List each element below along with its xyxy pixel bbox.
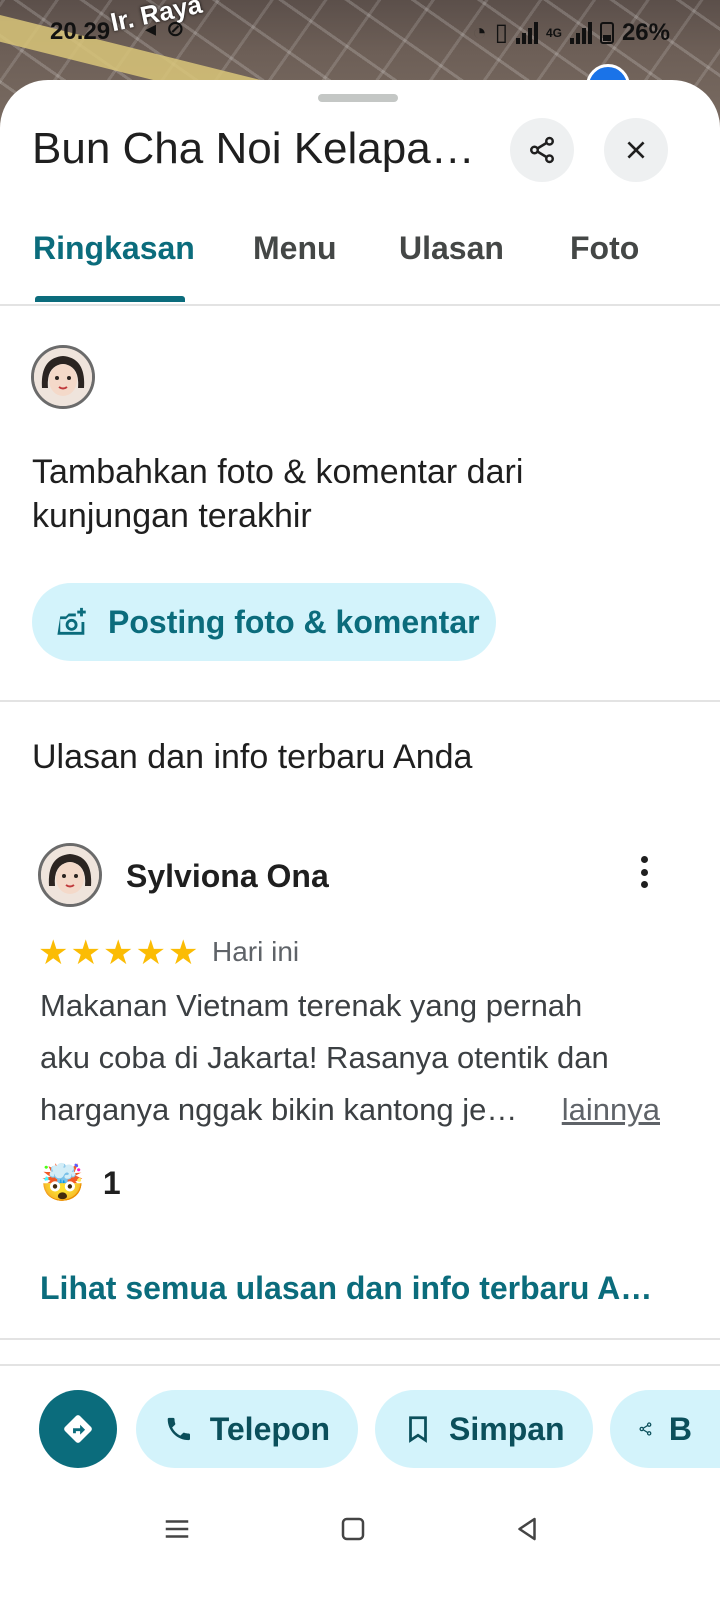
star-icon: ★ [38,934,69,972]
add-photo-icon [57,607,86,635]
share-icon [639,1422,652,1436]
status-bar: 20.29 ◂ ⊘ ◔ ▯ 4G 26% [0,0,720,62]
place-title: Bun Cha Noi Kelapa… [32,124,475,173]
call-button[interactable]: Telepon [136,1390,358,1468]
review-line: Makanan Vietnam terenak yang pernah [40,988,583,1023]
star-icon: ★ [167,934,199,972]
divider [0,1338,720,1340]
signal-icon [515,21,538,44]
tab-ringkasan[interactable]: Ringkasan [33,230,195,267]
alarm-icon: ◔ [472,18,487,46]
back-button[interactable] [512,1514,542,1549]
divider [0,700,720,702]
post-photo-label: Posting foto & komentar [108,603,480,640]
share-action-button[interactable]: B [610,1390,720,1468]
review-text: Makanan Vietnam terenak yang pernah aku … [40,980,660,1136]
tab-menu[interactable]: Menu [253,230,337,267]
close-icon [627,141,645,159]
review-line: harganya nggak bikin kantong je… lainnya [40,1084,660,1136]
directions-button[interactable] [39,1390,117,1468]
reaction[interactable]: 🤯 1 [40,1162,121,1204]
home-button[interactable] [338,1514,368,1549]
drag-handle[interactable] [318,94,398,102]
see-all-reviews-link[interactable]: Lihat semua ulasan dan info terbaru And… [40,1270,670,1307]
add-photo-prompt: Tambahkan foto & komentar dari kunjungan… [32,453,524,535]
tab-foto[interactable]: Foto [570,230,639,267]
home-icon [341,1517,365,1541]
battery-icon [599,21,614,44]
directions-icon [64,1415,92,1443]
bookmark-icon [409,1416,427,1443]
system-nav-bar [0,1490,720,1600]
call-label: Telepon [209,1410,330,1447]
vibrate-icon: ▯ [494,19,508,46]
network-type: 4G [545,25,562,40]
avatar-image [34,348,92,406]
tab-bar: Ringkasan Menu Ulasan Foto [0,220,720,306]
avatar [31,345,95,409]
review-date: Hari ini [212,936,300,967]
more-options-icon[interactable] [630,850,658,894]
share-button[interactable] [510,118,574,182]
back-icon [518,1517,536,1541]
notification-icons: ◂ ⊘ [145,16,187,41]
read-more-link[interactable]: lainnya [562,1084,660,1136]
section-title: Ulasan dan info terbaru Anda [32,738,473,776]
reviewer-name[interactable]: Sylviona Ona [126,858,329,895]
reaction-count: 1 [102,1164,121,1201]
save-label: Simpan [449,1410,565,1447]
reviewer-avatar[interactable] [38,843,102,907]
post-photo-review-button[interactable]: Posting foto & komentar [32,583,496,661]
share-label: B [668,1410,692,1447]
battery-level: 26% [621,18,670,46]
review-line-text: harganya nggak bikin kantong je… [40,1092,518,1127]
active-tab-indicator [35,296,185,302]
phone-icon [167,1417,190,1441]
save-button[interactable]: Simpan [375,1390,593,1468]
star-icon: ★ [135,934,166,972]
status-right: ◔ ▯ 4G 26% [472,18,670,47]
place-sheet: Bun Cha Noi Kelapa… Ringkasan Menu Ulasa… [0,80,720,1600]
review-line: aku coba di Jakarta! Rasanya otentik dan [40,1040,609,1075]
status-time: 20.29 [50,18,111,45]
star-icon: ★ [70,934,101,972]
menu-icon [165,1520,189,1538]
tab-ulasan[interactable]: Ulasan [399,230,504,267]
signal-icon-2 [569,21,592,44]
reaction-emoji-icon: 🤯 [40,1162,85,1203]
close-button[interactable] [604,118,668,182]
recent-apps-button[interactable] [162,1514,192,1549]
reviewer-avatar-image [41,846,99,904]
rating-stars: ★ ★ ★ ★ ★ [38,934,198,972]
star-icon: ★ [102,934,134,972]
share-icon [530,136,554,164]
